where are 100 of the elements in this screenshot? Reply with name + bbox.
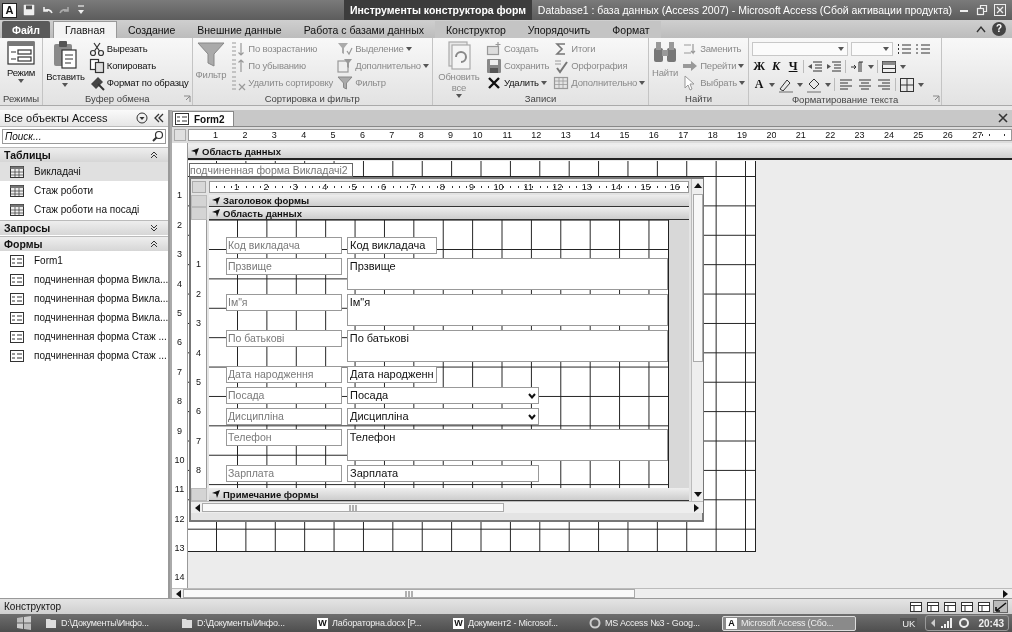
nav-item[interactable]: Стаж роботи на посаді xyxy=(0,200,168,219)
view-button[interactable] xyxy=(976,600,991,613)
horizontal-scrollbar[interactable] xyxy=(172,588,1012,598)
view-button[interactable] xyxy=(959,600,974,613)
vertical-scrollbar[interactable] xyxy=(691,179,703,501)
ribbon-button[interactable]: Копировать xyxy=(88,57,189,74)
section-bar[interactable]: Область данных xyxy=(188,145,1012,160)
text-box-control[interactable]: Телефон xyxy=(346,429,668,461)
document-tab[interactable]: Form2 xyxy=(172,111,234,126)
text-box-control[interactable]: Зарплата xyxy=(347,465,539,482)
font-size-field[interactable] xyxy=(851,41,894,56)
taskbar-button[interactable]: D:\Документы\Инфо... xyxy=(42,615,176,631)
taskbar-button[interactable]: MS Access №3 - Goog... xyxy=(586,615,720,631)
text-box-control[interactable]: Дата народженн xyxy=(347,366,437,383)
font-name-field[interactable] xyxy=(752,41,849,56)
nav-group-header[interactable]: Таблицы xyxy=(0,147,168,162)
ribbon-tab[interactable]: Работа с базами данных xyxy=(292,21,435,38)
field-label[interactable]: Ім"я xyxy=(226,294,342,311)
customize-icon[interactable] xyxy=(77,4,85,16)
app-icon[interactable]: A xyxy=(2,2,17,18)
field-label[interactable]: Зарплата xyxy=(226,465,342,482)
ribbon-tab[interactable]: Упорядочить xyxy=(516,21,602,38)
section-bar[interactable]: Область данных xyxy=(209,207,689,220)
nav-item[interactable]: подчиненная форма Викла... xyxy=(0,270,168,289)
field-label[interactable]: Прзвище xyxy=(226,258,342,275)
text-box-control[interactable]: Ім"я xyxy=(346,294,668,326)
ribbon-tab[interactable]: Внешние данные xyxy=(186,21,293,38)
text-box-control[interactable]: Посада xyxy=(347,387,539,404)
align-center-icon[interactable] xyxy=(857,76,874,93)
view-button[interactable] xyxy=(993,600,1008,613)
field-label[interactable]: По батькові xyxy=(226,330,342,347)
ribbon-tab[interactable]: Файл xyxy=(2,21,50,38)
nav-item[interactable]: Викладачі xyxy=(0,162,168,181)
ribbon-button[interactable]: Удалить xyxy=(485,74,550,91)
text-style-button[interactable]: К xyxy=(769,59,784,74)
text-box-control[interactable]: По батькові xyxy=(346,330,668,362)
launcher-icon[interactable] xyxy=(182,95,191,103)
save-icon[interactable] xyxy=(23,4,35,16)
ribbon-button[interactable]: Формат по образцу xyxy=(88,74,189,91)
restore-icon[interactable] xyxy=(976,4,988,16)
ribbon-button[interactable]: Режим xyxy=(3,39,40,92)
ribbon-tab[interactable]: Конструктор xyxy=(434,21,517,38)
windows-logo-icon[interactable] xyxy=(16,616,32,630)
text-box-control[interactable]: Прзвище xyxy=(346,258,668,290)
taskbar-button[interactable]: W Документ2 - Microsof... xyxy=(450,615,584,631)
section-bar[interactable]: Примечание формы xyxy=(209,488,689,501)
font-color-button[interactable]: A xyxy=(752,77,767,92)
taskbar-button[interactable]: D:\Документы\Инфо... xyxy=(178,615,312,631)
signal-icon[interactable] xyxy=(940,617,955,629)
text-style-button[interactable]: Ж xyxy=(752,59,767,74)
section-bar[interactable]: Заголовок формы xyxy=(209,195,689,207)
help-button[interactable]: ? xyxy=(992,22,1006,36)
field-label[interactable]: Дата народження xyxy=(226,366,342,383)
paint-bucket-icon[interactable] xyxy=(806,76,823,93)
borders-icon[interactable] xyxy=(899,76,916,93)
nav-item[interactable]: Стаж роботи xyxy=(0,181,168,200)
outdent-icon[interactable] xyxy=(807,58,824,75)
nav-item[interactable]: подчиненная форма Викла... xyxy=(0,308,168,327)
caret-up-icon[interactable] xyxy=(976,25,986,33)
launcher-icon[interactable] xyxy=(932,95,941,103)
text-style-button[interactable]: Ч xyxy=(786,59,801,74)
search-field[interactable]: Поиск... xyxy=(2,129,166,144)
horizontal-scrollbar[interactable] xyxy=(191,501,703,513)
view-button[interactable] xyxy=(908,600,923,613)
nav-group-header[interactable]: Запросы xyxy=(0,220,168,235)
nav-item[interactable]: подчиненная форма Стаж ... xyxy=(0,346,168,365)
scroll-thumb[interactable] xyxy=(202,503,504,512)
close-icon[interactable] xyxy=(998,113,1008,123)
align-left-icon[interactable] xyxy=(838,76,855,93)
taskbar-button[interactable]: W Лабораторна.docx [P... xyxy=(314,615,448,631)
ribbon-tab[interactable]: Формат xyxy=(601,21,661,38)
field-label[interactable]: Дисципліна xyxy=(226,408,342,425)
undo-icon[interactable] xyxy=(41,4,53,16)
field-label[interactable]: Код викладача xyxy=(226,237,342,254)
chevron-left-icon[interactable] xyxy=(930,619,937,627)
ribbon-tab[interactable]: Создание xyxy=(116,21,187,38)
text-box-control[interactable]: Код викладача xyxy=(347,237,437,254)
clock[interactable]: 20:43 xyxy=(978,617,1004,629)
language-indicator[interactable]: UK xyxy=(900,617,918,629)
ring-icon[interactable] xyxy=(958,617,971,629)
paragraph-direction-icon[interactable] xyxy=(849,58,866,75)
field-label[interactable]: Посада xyxy=(226,387,342,404)
taskbar-button[interactable]: A Microsoft Access (Сбо... xyxy=(722,615,856,631)
subform-control[interactable] xyxy=(189,177,704,522)
indent-icon[interactable] xyxy=(826,58,843,75)
scroll-thumb[interactable] xyxy=(692,194,703,362)
ribbon-button[interactable]: Вставить xyxy=(46,39,85,92)
subform-label[interactable]: подчиненная форма Викладачі2 xyxy=(189,163,353,177)
text-box-control[interactable]: Дисципліна xyxy=(347,408,539,425)
nav-item[interactable]: подчиненная форма Стаж ... xyxy=(0,327,168,346)
view-button[interactable] xyxy=(942,600,957,613)
scroll-thumb[interactable] xyxy=(183,589,635,598)
nav-item[interactable]: подчиненная форма Викла... xyxy=(0,289,168,308)
view-button[interactable] xyxy=(925,600,940,613)
nav-item[interactable]: Form1 xyxy=(0,251,168,270)
nav-group-header[interactable]: Формы xyxy=(0,236,168,251)
search-icon[interactable] xyxy=(152,130,164,142)
ribbon-tab[interactable]: Главная xyxy=(52,21,117,38)
dropdown-icon[interactable] xyxy=(136,112,148,124)
collapse-icon[interactable] xyxy=(154,113,164,123)
